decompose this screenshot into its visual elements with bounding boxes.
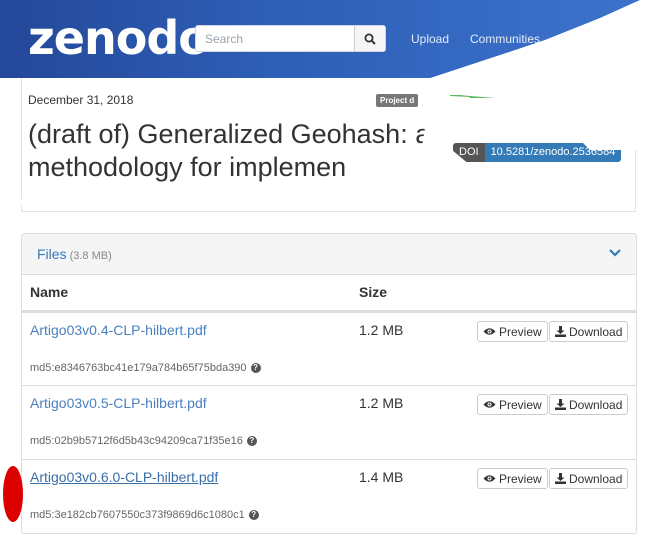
doi-value: 10.5281/zenodo.2536584 bbox=[484, 143, 622, 162]
column-header-size: Size bbox=[359, 284, 388, 300]
download-icon bbox=[555, 326, 566, 337]
download-button[interactable]: Download bbox=[549, 468, 629, 489]
red-annotation-marker bbox=[3, 466, 23, 522]
file-checksum: md5:e8346763bc41e179a784b65f75bda390? bbox=[30, 362, 261, 374]
search-button[interactable] bbox=[354, 26, 385, 51]
file-size: 1.4 MB bbox=[359, 469, 404, 485]
files-total-size: (3.8 MB) bbox=[69, 250, 112, 262]
download-button[interactable]: Download bbox=[549, 321, 629, 342]
checksum-text: md5:3e182cb7607550c373f9869d6c1080c1 bbox=[30, 509, 245, 521]
checksum-text: md5:02b9b5712f6d5b43c94209ca71f35e16 bbox=[30, 435, 243, 447]
table-row: Artigo03v0.4-CLP-hilbert.pdf 1.2 MB md5:… bbox=[22, 312, 636, 385]
preview-label: Preview bbox=[499, 471, 542, 486]
file-link[interactable]: Artigo03v0.4-CLP-hilbert.pdf bbox=[30, 322, 207, 338]
resource-type-badge: Project d bbox=[376, 94, 419, 107]
access-indicator-bar bbox=[450, 95, 506, 98]
download-label: Download bbox=[569, 397, 623, 412]
nav-upload-link[interactable]: Upload bbox=[411, 32, 449, 46]
publication-date: December 31, 2018 bbox=[28, 93, 134, 107]
files-title: Files (3.8 MB) bbox=[37, 246, 112, 262]
help-icon[interactable]: ? bbox=[248, 510, 259, 520]
download-label: Download bbox=[569, 471, 623, 486]
file-size: 1.2 MB bbox=[359, 395, 404, 411]
eye-icon bbox=[483, 475, 496, 482]
column-header-name: Name bbox=[30, 284, 69, 300]
zenodo-logo[interactable]: zenodo bbox=[28, 8, 210, 68]
help-icon[interactable]: ? bbox=[246, 436, 257, 446]
preview-label: Preview bbox=[499, 324, 542, 339]
files-panel: Files (3.8 MB) Name Size Artigo03v0.4-CLP… bbox=[21, 233, 637, 534]
top-navbar: zenodo Upload Communities bbox=[0, 0, 653, 78]
eye-icon bbox=[483, 328, 496, 335]
download-icon bbox=[555, 473, 566, 484]
download-icon bbox=[555, 399, 566, 410]
search-icon bbox=[364, 33, 376, 45]
eye-icon bbox=[483, 401, 496, 408]
help-icon[interactable]: ? bbox=[250, 363, 261, 373]
search-box bbox=[195, 25, 386, 52]
doi-label: DOI bbox=[453, 143, 485, 162]
file-checksum: md5:02b9b5712f6d5b43c94209ca71f35e16? bbox=[30, 435, 257, 447]
preview-label: Preview bbox=[499, 397, 542, 412]
checksum-text: md5:e8346763bc41e179a784b65f75bda390 bbox=[30, 362, 247, 374]
file-link[interactable]: Artigo03v0.5-CLP-hilbert.pdf bbox=[30, 395, 207, 411]
doi-badge[interactable]: DOI 10.5281/zenodo.2536584 bbox=[453, 143, 622, 162]
download-button[interactable]: Download bbox=[549, 394, 629, 415]
chevron-down-icon[interactable] bbox=[608, 248, 622, 258]
record-title: (draft of) Generalized Geohash: a method… bbox=[28, 119, 431, 182]
files-panel-header[interactable]: Files (3.8 MB) bbox=[22, 234, 636, 275]
table-row: Artigo03v0.5-CLP-hilbert.pdf 1.2 MB md5:… bbox=[22, 385, 636, 458]
download-label: Download bbox=[569, 324, 623, 339]
preview-button[interactable]: Preview bbox=[477, 468, 548, 489]
files-title-label: Files bbox=[37, 246, 67, 262]
table-row: Artigo03v0.6.0-CLP-hilbert.pdf 1.4 MB md… bbox=[22, 459, 636, 532]
file-size: 1.2 MB bbox=[359, 322, 404, 338]
file-checksum: md5:3e182cb7607550c373f9869d6c1080c1? bbox=[30, 509, 259, 521]
preview-button[interactable]: Preview bbox=[477, 394, 548, 415]
file-link[interactable]: Artigo03v0.6.0-CLP-hilbert.pdf bbox=[30, 469, 218, 485]
search-input[interactable] bbox=[196, 26, 365, 51]
preview-button[interactable]: Preview bbox=[477, 321, 548, 342]
nav-communities-link[interactable]: Communities bbox=[470, 32, 540, 46]
